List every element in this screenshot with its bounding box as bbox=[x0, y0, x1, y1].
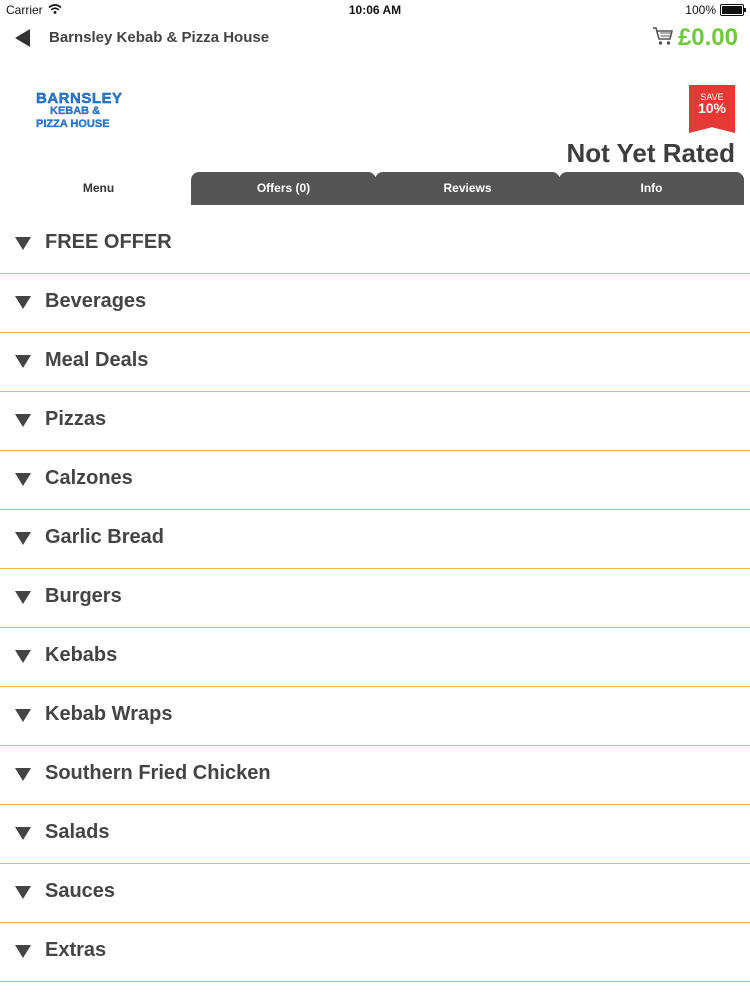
expand-arrow-icon bbox=[15, 237, 31, 250]
cart-button[interactable]: £0.00 bbox=[652, 24, 738, 52]
category-row-kebabs[interactable]: Kebabs bbox=[0, 628, 750, 687]
category-label: Pizzas bbox=[45, 408, 107, 430]
category-row-calzones[interactable]: Calzones bbox=[0, 451, 750, 510]
battery-percent: 100% bbox=[685, 3, 716, 17]
page-title: Barnsley Kebab & Pizza House bbox=[49, 29, 270, 46]
expand-arrow-icon bbox=[15, 886, 31, 899]
expand-arrow-icon bbox=[15, 355, 31, 368]
restaurant-logo: BARNSLEY KEBAB & PIZZA HOUSE bbox=[36, 90, 132, 131]
category-row-southern-fried-chicken[interactable]: Southern Fried Chicken bbox=[0, 746, 750, 805]
back-arrow-icon bbox=[15, 29, 30, 47]
category-label: Garlic Bread bbox=[45, 526, 164, 548]
expand-arrow-icon bbox=[15, 945, 31, 958]
category-label: Burgers bbox=[45, 585, 122, 607]
category-row-free-offer[interactable]: FREE OFFER bbox=[0, 215, 750, 274]
expand-arrow-icon bbox=[15, 768, 31, 781]
expand-arrow-icon bbox=[15, 591, 31, 604]
back-button[interactable] bbox=[12, 27, 34, 49]
battery-icon bbox=[720, 4, 746, 16]
category-row-beverages[interactable]: Beverages bbox=[0, 274, 750, 333]
category-label: Kebabs bbox=[45, 644, 118, 666]
logo-line-1: BARNSLEY bbox=[36, 90, 123, 107]
category-label: Beverages bbox=[45, 290, 147, 312]
category-label: Salads bbox=[45, 821, 110, 843]
cart-icon bbox=[652, 26, 674, 51]
category-label: Sauces bbox=[45, 880, 116, 902]
category-row-burgers[interactable]: Burgers bbox=[0, 569, 750, 628]
tab-reviews[interactable]: Reviews bbox=[375, 172, 560, 205]
expand-arrow-icon bbox=[15, 709, 31, 722]
cart-total: £0.00 bbox=[677, 24, 738, 51]
menu-category-list: FREE OFFER Beverages Meal Deals Pizzas C… bbox=[0, 215, 750, 982]
status-time: 10:06 AM bbox=[348, 3, 402, 17]
category-row-extras[interactable]: Extras bbox=[0, 923, 750, 982]
category-row-garlic-bread[interactable]: Garlic Bread bbox=[0, 510, 750, 569]
expand-arrow-icon bbox=[15, 650, 31, 663]
tab-info[interactable]: Info bbox=[559, 172, 744, 205]
category-row-kebab-wraps[interactable]: Kebab Wraps bbox=[0, 687, 750, 746]
category-label: Calzones bbox=[45, 467, 133, 489]
expand-arrow-icon bbox=[15, 473, 31, 486]
tab-offers[interactable]: Offers (0) bbox=[191, 172, 376, 205]
expand-arrow-icon bbox=[15, 532, 31, 545]
logo-line-3: PIZZA HOUSE bbox=[36, 118, 110, 130]
category-label: Meal Deals bbox=[45, 349, 149, 371]
category-row-meal-deals[interactable]: Meal Deals bbox=[0, 333, 750, 392]
expand-arrow-icon bbox=[15, 296, 31, 309]
category-label: Southern Fried Chicken bbox=[45, 762, 271, 784]
category-label: Extras bbox=[45, 939, 107, 961]
battery-info: 100% bbox=[685, 3, 746, 17]
save-badge: SAVE 10% bbox=[689, 85, 735, 133]
category-label: FREE OFFER bbox=[45, 231, 172, 253]
category-row-pizzas[interactable]: Pizzas bbox=[0, 392, 750, 451]
expand-arrow-icon bbox=[15, 827, 31, 840]
restaurant-header: BARNSLEY KEBAB & PIZZA HOUSE SAVE 10% No… bbox=[0, 60, 750, 172]
category-label: Kebab Wraps bbox=[45, 703, 173, 725]
status-bar: Carrier 10:06 AM 100% bbox=[0, 0, 750, 20]
nav-bar: Barnsley Kebab & Pizza House £0.00 bbox=[0, 20, 750, 56]
save-badge-percent: 10% bbox=[697, 100, 727, 116]
rating-text: Not Yet Rated bbox=[566, 138, 735, 168]
tab-menu[interactable]: Menu bbox=[6, 172, 191, 205]
tab-bar: Menu Offers (0) Reviews Info bbox=[6, 172, 744, 206]
expand-arrow-icon bbox=[15, 414, 31, 427]
category-row-salads[interactable]: Salads bbox=[0, 805, 750, 864]
category-row-sauces[interactable]: Sauces bbox=[0, 864, 750, 923]
